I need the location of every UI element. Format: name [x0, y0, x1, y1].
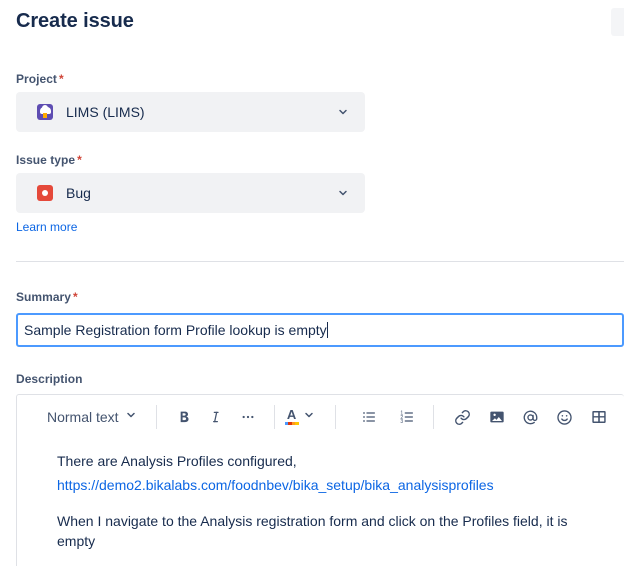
project-select[interactable]: LIMS (LIMS) [16, 92, 365, 132]
close-icon[interactable] [611, 8, 624, 36]
toolbar-divider [274, 405, 275, 429]
description-label: Description [16, 371, 82, 387]
italic-button[interactable] [200, 401, 232, 433]
chevron-down-icon [336, 105, 350, 119]
create-issue-dialog: Create issue Project* LIMS (LIMS) Issue … [0, 0, 624, 566]
numbered-list-button[interactable]: 123 [391, 401, 423, 433]
bug-icon [37, 185, 53, 201]
description-content[interactable]: There are Analysis Profiles configured, … [17, 439, 624, 551]
bold-button[interactable] [168, 401, 200, 433]
toolbar-divider [156, 405, 157, 429]
project-label: Project* [16, 71, 64, 87]
text-color-glyph: A [287, 408, 296, 421]
toolbar-divider [433, 405, 434, 429]
mention-icon[interactable] [515, 401, 547, 433]
page-title: Create issue [16, 8, 134, 34]
issue-type-label-text: Issue type [16, 153, 75, 167]
code-icon[interactable] [617, 401, 624, 433]
summary-input-value: Sample Registration form Profile lookup … [24, 320, 327, 340]
issue-type-required-marker: * [77, 153, 82, 167]
learn-more-link[interactable]: Learn more [16, 219, 77, 235]
toolbar-divider [335, 405, 336, 429]
description-line-2: When I navigate to the Analysis registra… [57, 511, 608, 551]
table-icon[interactable] [583, 401, 615, 433]
text-color-button[interactable]: A [282, 401, 317, 433]
more-formatting-button[interactable] [232, 401, 264, 433]
text-color-icon: A [284, 408, 300, 426]
summary-label: Summary* [16, 289, 78, 305]
image-icon[interactable] [481, 401, 513, 433]
emoji-icon[interactable] [549, 401, 581, 433]
summary-label-text: Summary [16, 290, 71, 304]
project-required-marker: * [59, 72, 64, 86]
description-editor[interactable]: Normal text A [16, 394, 624, 566]
summary-input[interactable]: Sample Registration form Profile lookup … [16, 313, 624, 347]
text-color-bar [285, 422, 299, 425]
text-style-label: Normal text [47, 407, 119, 427]
paragraph-spacer [57, 495, 608, 511]
issue-type-select[interactable]: Bug [16, 173, 365, 213]
link-icon[interactable] [447, 401, 479, 433]
section-divider [16, 261, 624, 262]
description-line-1: There are Analysis Profiles configured, [57, 451, 608, 471]
project-select-value: LIMS (LIMS) [66, 102, 145, 122]
editor-toolbar: Normal text A [17, 395, 624, 439]
description-link[interactable]: https://demo2.bikalabs.com/foodnbev/bika… [57, 475, 608, 495]
text-style-dropdown[interactable]: Normal text [39, 401, 143, 433]
text-caret [327, 322, 328, 338]
chevron-down-icon [125, 408, 137, 426]
chevron-down-icon [336, 186, 350, 200]
issue-type-select-value: Bug [66, 183, 91, 203]
bullet-list-button[interactable] [353, 401, 385, 433]
svg-text:3: 3 [400, 419, 403, 425]
project-avatar-icon [37, 104, 53, 120]
summary-required-marker: * [73, 290, 78, 304]
issue-type-label: Issue type* [16, 152, 82, 168]
chevron-down-icon [303, 408, 315, 426]
project-label-text: Project [16, 72, 57, 86]
